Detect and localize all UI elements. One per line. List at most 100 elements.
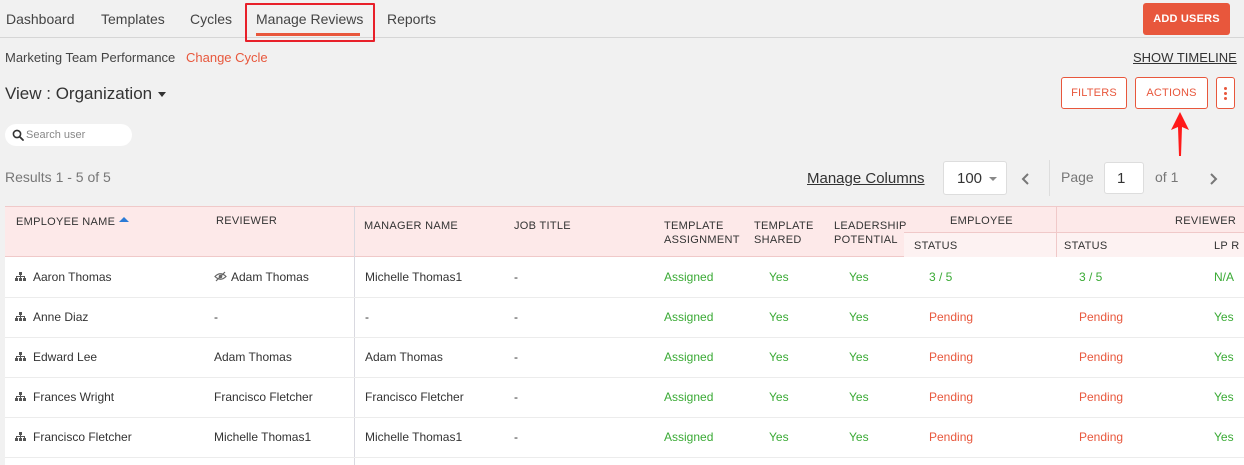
employee-name[interactable]: Anne Diaz: [33, 310, 88, 324]
template-shared: Yes: [769, 350, 789, 364]
manager-name: Michelle Thomas1: [365, 270, 463, 284]
template-shared: Yes: [769, 430, 789, 444]
template-shared: Yes: [769, 390, 789, 404]
add-users-button[interactable]: ADD USERS: [1143, 3, 1230, 35]
employee-status[interactable]: Pending: [929, 430, 973, 444]
manager-name: -: [365, 310, 369, 324]
tab-cycles[interactable]: Cycles: [190, 11, 232, 27]
table-row[interactable]: Frances Wright Francisco Fletcher Franci…: [5, 377, 1244, 417]
org-chart-icon[interactable]: [15, 352, 26, 362]
group-reviewer: REVIEWER: [1175, 215, 1237, 227]
template-assignment: Assigned: [664, 350, 714, 364]
table-row[interactable]: Aaron Thomas Adam Thomas Michelle Thomas…: [5, 257, 1244, 297]
org-chart-icon[interactable]: [15, 432, 26, 442]
show-timeline-link[interactable]: SHOW TIMELINE: [1133, 50, 1237, 65]
manage-columns-link[interactable]: Manage Columns: [807, 170, 925, 187]
template-assignment: Assigned: [664, 390, 714, 404]
template-assignment: Assigned: [664, 270, 714, 284]
caret-down-icon[interactable]: [158, 92, 166, 97]
leadership-potential: Yes: [849, 430, 869, 444]
col-leadership-2[interactable]: POTENTIAL: [834, 233, 898, 247]
template-shared: Yes: [769, 310, 789, 324]
kebab-dot-icon: [1224, 92, 1227, 95]
view-selector[interactable]: View : Organization: [5, 84, 152, 104]
col-leadership-1[interactable]: LEADERSHIP: [834, 219, 907, 233]
employee-name[interactable]: Edward Lee: [33, 350, 97, 364]
job-title: -: [514, 310, 518, 324]
cycle-name: Marketing Team Performance: [5, 50, 176, 65]
eye-slash-icon[interactable]: [214, 271, 227, 282]
tab-reports[interactable]: Reports: [387, 11, 436, 27]
search-icon: [12, 129, 24, 141]
reviewer-name: Francisco Fletcher: [214, 390, 313, 404]
employee-status[interactable]: Pending: [929, 310, 973, 324]
col-template-shared-2[interactable]: SHARED: [754, 233, 802, 247]
employee-status[interactable]: 3 / 5: [929, 270, 952, 284]
col-template-assignment-2[interactable]: ASSIGNMENT: [664, 233, 740, 247]
table-row[interactable]: Francisco Fletcher Michelle Thomas1 Mich…: [5, 417, 1244, 457]
col-template-shared-1[interactable]: TEMPLATE: [754, 219, 814, 233]
leadership-potential: Yes: [849, 270, 869, 284]
reviewer-status[interactable]: Pending: [1079, 350, 1123, 364]
reviewer-name: -: [214, 310, 218, 324]
row-divider: [5, 457, 1244, 458]
reviewer-lp: Yes: [1214, 390, 1234, 404]
per-page-select[interactable]: 100: [943, 161, 1007, 195]
sort-asc-icon[interactable]: [119, 217, 129, 222]
job-title: -: [514, 430, 518, 444]
reviewer-status[interactable]: Pending: [1079, 430, 1123, 444]
job-title: -: [514, 270, 518, 284]
group-employee: EMPLOYEE: [950, 215, 1013, 227]
reviewer-status[interactable]: Pending: [1079, 390, 1123, 404]
search-box[interactable]: [5, 124, 132, 146]
actions-button[interactable]: ACTIONS: [1135, 77, 1208, 109]
col-job-title[interactable]: JOB TITLE: [514, 219, 571, 233]
org-chart-icon[interactable]: [15, 272, 26, 282]
employee-name[interactable]: Francisco Fletcher: [33, 430, 132, 444]
employee-status[interactable]: Pending: [929, 390, 973, 404]
leadership-potential: Yes: [849, 310, 869, 324]
tab-templates[interactable]: Templates: [101, 11, 165, 27]
job-title: -: [514, 390, 518, 404]
manager-name: Michelle Thomas1: [365, 430, 463, 444]
col-reviewer[interactable]: REVIEWER: [216, 214, 277, 228]
table-row[interactable]: Edward Lee Adam Thomas Adam Thomas - Ass…: [5, 337, 1244, 377]
reviewer-lp: Yes: [1214, 430, 1234, 444]
employee-status[interactable]: Pending: [929, 350, 973, 364]
table-row[interactable]: Anne Diaz - - - Assigned Yes Yes Pending…: [5, 297, 1244, 337]
red-arrow-annotation: [1171, 112, 1189, 156]
page-number-input[interactable]: [1104, 162, 1144, 194]
kebab-dot-icon: [1224, 87, 1227, 90]
col-reviewer-lp[interactable]: LP R: [1214, 239, 1239, 253]
results-count: Results 1 - 5 of 5: [5, 169, 111, 185]
reviewer-name: Adam Thomas: [231, 270, 309, 284]
table-header: EMPLOYEE NAME REVIEWER MANAGER NAME JOB …: [5, 207, 1244, 257]
employee-name[interactable]: Frances Wright: [33, 390, 114, 404]
org-chart-icon[interactable]: [15, 392, 26, 402]
change-cycle-link[interactable]: Change Cycle: [186, 50, 268, 65]
more-options-button[interactable]: [1216, 77, 1235, 109]
col-employee-name[interactable]: EMPLOYEE NAME: [16, 215, 115, 229]
reviewer-status[interactable]: Pending: [1079, 310, 1123, 324]
col-employee-status[interactable]: STATUS: [914, 239, 958, 253]
reviewer-lp: Yes: [1214, 350, 1234, 364]
reviewer-status[interactable]: 3 / 5: [1079, 270, 1102, 284]
chevron-down-icon: [989, 177, 997, 181]
col-template-assignment-1[interactable]: TEMPLATE: [664, 219, 724, 233]
annotation-highlight-box: [245, 3, 375, 42]
page-label: Page: [1061, 169, 1094, 185]
reviews-table: EMPLOYEE NAME REVIEWER MANAGER NAME JOB …: [5, 206, 1244, 465]
org-chart-icon[interactable]: [15, 312, 26, 322]
filters-button[interactable]: FILTERS: [1061, 77, 1127, 109]
tab-dashboard[interactable]: Dashboard: [6, 11, 75, 27]
search-input[interactable]: [26, 127, 126, 143]
col-reviewer-status[interactable]: STATUS: [1064, 239, 1108, 253]
chevron-right-icon[interactable]: [1206, 170, 1220, 188]
template-assignment: Assigned: [664, 430, 714, 444]
col-manager-name[interactable]: MANAGER NAME: [364, 219, 458, 233]
reviewer-lp: Yes: [1214, 310, 1234, 324]
leadership-potential: Yes: [849, 390, 869, 404]
employee-name[interactable]: Aaron Thomas: [33, 270, 112, 284]
reviewer-name: Adam Thomas: [214, 350, 292, 364]
chevron-left-icon[interactable]: [1019, 170, 1033, 188]
